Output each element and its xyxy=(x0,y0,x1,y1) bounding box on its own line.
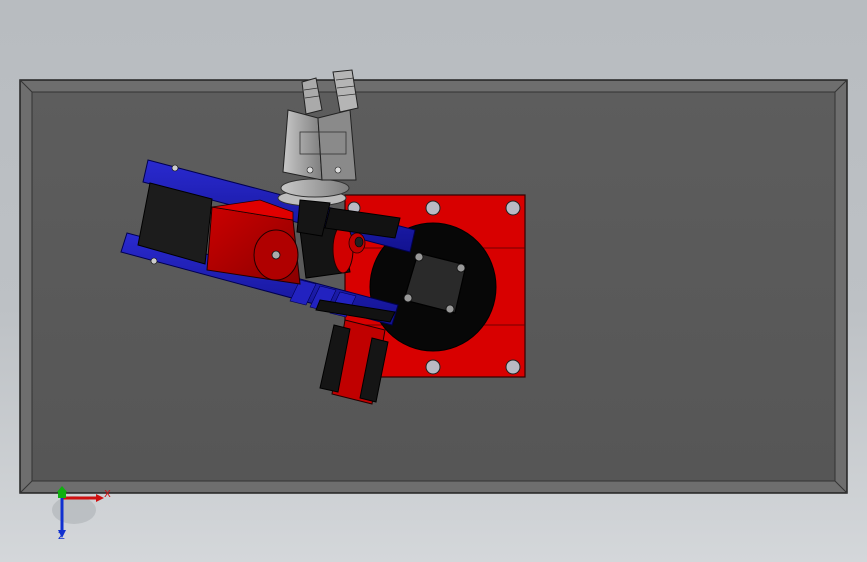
cad-viewport[interactable]: X Z xyxy=(0,0,867,562)
axis-x-label: X xyxy=(104,489,111,500)
model-scene[interactable] xyxy=(0,0,867,562)
axis-z-label: Z xyxy=(58,531,65,542)
